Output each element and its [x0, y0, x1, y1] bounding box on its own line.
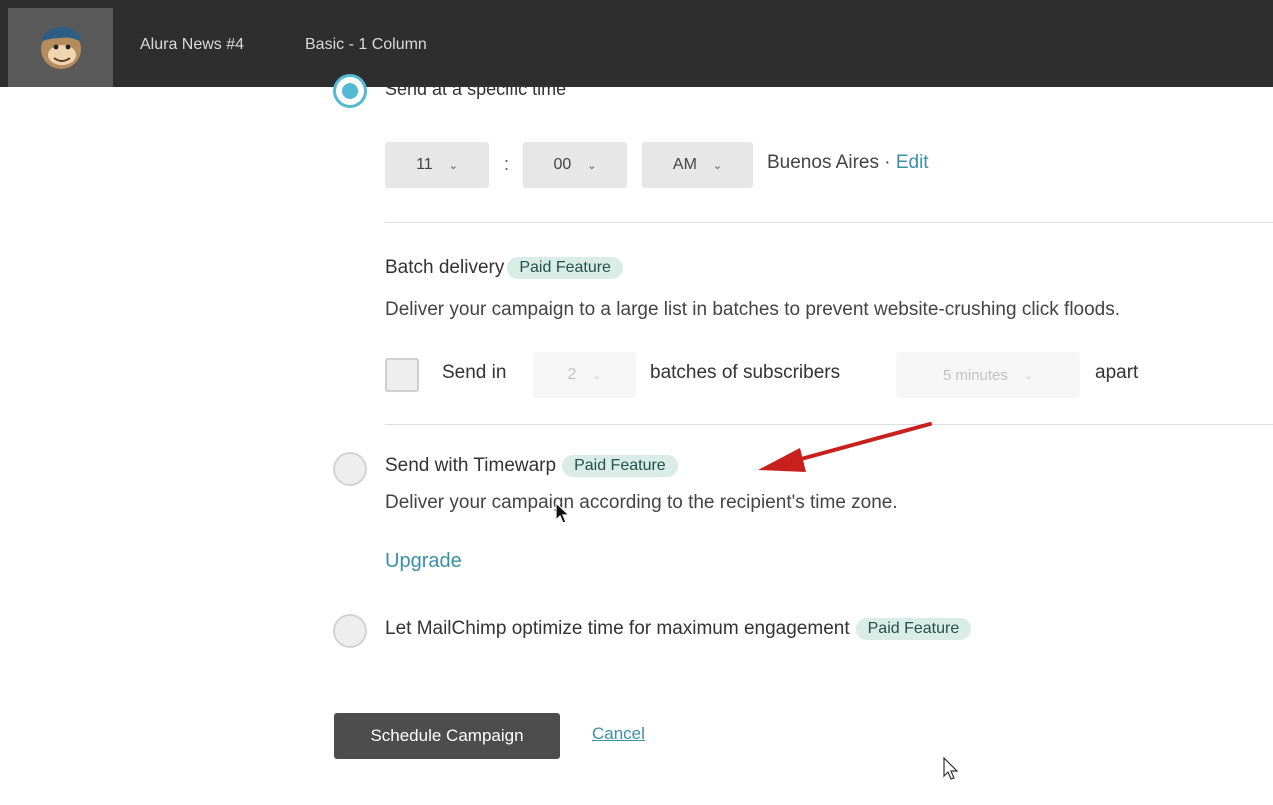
batch-delivery-description: Deliver your campaign to a large list in…: [385, 299, 1121, 320]
radio-timewarp[interactable]: [333, 452, 367, 486]
ampm-value: AM: [672, 156, 697, 173]
time-separator: :: [504, 154, 510, 174]
chevron-down-icon: ⌄: [448, 159, 458, 172]
timezone-label: Buenos Aires ·: [767, 152, 896, 173]
minute-value: 00: [553, 156, 572, 173]
send-in-label: Send in: [442, 362, 507, 383]
paid-feature-badge: Paid Feature: [855, 618, 972, 640]
optimize-heading: Let MailChimp optimize time for maximum …: [385, 618, 972, 640]
batch-interval-select[interactable]: 5 minutes ⌄: [896, 352, 1080, 398]
minute-select[interactable]: 00 ⌄: [523, 142, 627, 188]
template-name[interactable]: Basic - 1 Column: [305, 36, 427, 54]
campaign-name[interactable]: Alura News #4: [140, 36, 244, 54]
hour-select[interactable]: 11 ⌄: [385, 142, 489, 188]
batches-label: batches of subscribers: [650, 362, 841, 383]
divider: [385, 424, 1273, 425]
divider: [385, 222, 1273, 223]
specific-time-label: Send at a specific time: [385, 79, 567, 99]
cursor-outline-icon: [943, 757, 959, 780]
batch-delivery-heading: Batch delivery Paid Feature: [385, 257, 623, 279]
schedule-campaign-button[interactable]: Schedule Campaign: [334, 713, 560, 759]
batch-delivery-checkbox[interactable]: [385, 358, 419, 392]
batch-count-select[interactable]: 2 ⌄: [533, 352, 636, 398]
batch-count-value: 2: [567, 366, 577, 383]
hour-value: 11: [416, 156, 433, 173]
batch-interval-value: 5 minutes: [942, 366, 1008, 384]
chevron-down-icon: ⌄: [592, 369, 602, 382]
chevron-down-icon: ⌄: [1023, 369, 1034, 382]
optimize-title: Let MailChimp optimize time for maximum …: [385, 618, 850, 640]
apart-label: apart: [1095, 362, 1139, 383]
logo-button[interactable]: [8, 8, 113, 87]
upgrade-link[interactable]: Upgrade: [385, 550, 462, 573]
ampm-select[interactable]: AM ⌄: [642, 142, 753, 188]
timewarp-heading: Send with Timewarp Paid Feature: [385, 455, 678, 477]
radio-specific-time[interactable]: [333, 74, 367, 108]
timezone-edit-link[interactable]: Edit: [896, 152, 929, 173]
radio-optimize[interactable]: [333, 614, 367, 648]
cancel-link[interactable]: Cancel: [592, 724, 645, 744]
timewarp-title: Send with Timewarp: [385, 455, 557, 477]
mailchimp-logo-icon: [41, 26, 81, 69]
timezone-text: Buenos Aires · Edit: [767, 152, 929, 174]
batch-delivery-title: Batch delivery: [385, 257, 505, 279]
paid-feature-badge: Paid Feature: [507, 257, 623, 279]
annotation-arrow-icon: [758, 422, 932, 472]
chevron-down-icon: ⌄: [712, 159, 723, 172]
chevron-down-icon: ⌄: [587, 159, 597, 172]
top-bar: Alura News #4 Basic - 1 Column: [0, 0, 1273, 87]
timewarp-description: Deliver your campaign according to the r…: [385, 492, 898, 513]
paid-feature-badge: Paid Feature: [562, 455, 678, 477]
